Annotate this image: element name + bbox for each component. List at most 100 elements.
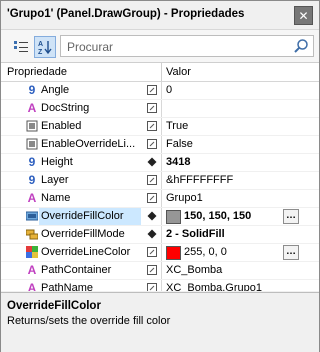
property-name: OverrideFillColor: [41, 210, 124, 222]
property-name: OverrideFillMode: [41, 228, 125, 240]
property-row-pathcontainer[interactable]: A PathContainer XC_Bomba: [1, 262, 319, 280]
string-type-icon: A: [27, 191, 37, 205]
column-divider: [161, 208, 162, 225]
link-diamond-icon[interactable]: [147, 229, 157, 239]
property-value[interactable]: 2 - SolidFill: [166, 228, 225, 240]
color-type-icon: [26, 211, 38, 221]
property-value[interactable]: 3418: [166, 156, 190, 168]
column-divider: [161, 172, 162, 189]
description-title: OverrideFillColor: [7, 300, 101, 312]
number-type-icon: 9: [28, 173, 36, 187]
boolean-type-icon: [26, 120, 38, 132]
close-button[interactable]: ✕: [294, 6, 313, 25]
search-input[interactable]: [65, 38, 289, 56]
edit-icon[interactable]: [147, 265, 157, 275]
categorized-view-button[interactable]: [10, 36, 32, 58]
column-header-property[interactable]: Propriedade: [7, 66, 67, 78]
column-divider: [161, 226, 162, 243]
property-name-cell[interactable]: Name: [39, 190, 141, 207]
property-name-cell[interactable]: Enabled: [39, 118, 141, 135]
property-name-cell[interactable]: Angle: [39, 82, 141, 99]
edit-icon[interactable]: [147, 139, 157, 149]
property-name: OverrideLineColor: [41, 246, 131, 258]
property-value[interactable]: True: [166, 120, 188, 132]
link-diamond-icon[interactable]: [147, 157, 157, 167]
property-name-cell[interactable]: Height: [39, 154, 141, 171]
property-name-cell[interactable]: DocString: [39, 100, 141, 117]
edit-icon[interactable]: [147, 103, 157, 113]
property-value[interactable]: 150, 150, 150: [184, 210, 251, 222]
enum-type-icon: [26, 229, 38, 240]
property-row-overridelinecolor[interactable]: OverrideLineColor 255, 0, 0 …: [1, 244, 319, 262]
property-row-enableoverrideline[interactable]: EnableOverrideLi... False: [1, 136, 319, 154]
column-header-value[interactable]: Valor: [166, 66, 191, 78]
column-divider: [161, 118, 162, 135]
search-icon[interactable]: [293, 38, 309, 54]
grid-header: Propriedade Valor: [1, 63, 319, 82]
property-value[interactable]: XC_Bomba: [166, 264, 222, 276]
property-name: Height: [41, 156, 73, 168]
description-panel: OverrideFillColor Returns/sets the overr…: [1, 292, 319, 352]
color-swatch: [166, 210, 181, 224]
properties-window: 'Grupo1' (Panel.DrawGroup) - Propriedade…: [0, 0, 320, 352]
property-name-cell[interactable]: OverrideFillColor: [39, 208, 141, 225]
property-row-docstring[interactable]: A DocString: [1, 100, 319, 118]
close-icon: ✕: [298, 8, 309, 23]
property-name-cell[interactable]: PathName: [39, 280, 141, 291]
property-value[interactable]: &hFFFFFFFF: [166, 174, 233, 186]
toolbar: A Z: [1, 30, 319, 63]
boolean-type-icon: [26, 138, 38, 150]
column-divider: [161, 154, 162, 171]
search-box[interactable]: [60, 35, 314, 57]
edit-icon[interactable]: [147, 247, 157, 257]
sort-az-icon: A Z: [38, 41, 52, 55]
property-row-name[interactable]: A Name Grupo1: [1, 190, 319, 208]
number-type-icon: 9: [28, 83, 36, 97]
palette-type-icon: [26, 246, 38, 258]
property-row-enabled[interactable]: Enabled True: [1, 118, 319, 136]
property-name-cell[interactable]: OverrideLineColor: [39, 244, 141, 261]
property-name-cell[interactable]: Layer: [39, 172, 141, 189]
property-value[interactable]: 255, 0, 0: [184, 246, 227, 258]
property-value[interactable]: Grupo1: [166, 192, 203, 204]
property-name: EnableOverrideLi...: [41, 138, 136, 150]
number-type-icon: 9: [28, 155, 36, 169]
property-value[interactable]: 0: [166, 84, 172, 96]
string-type-icon: A: [27, 263, 37, 277]
color-swatch: [166, 246, 181, 260]
property-row-overridefillmode[interactable]: OverrideFillMode 2 - SolidFill: [1, 226, 319, 244]
property-row-angle[interactable]: 9 Angle 0: [1, 82, 319, 100]
column-divider: [161, 280, 162, 291]
property-row-pathname[interactable]: A PathName XC_Bomba.Grupo1: [1, 280, 319, 291]
column-divider[interactable]: [161, 63, 162, 81]
alphabetical-view-button[interactable]: A Z: [34, 36, 56, 58]
property-name: Name: [41, 192, 71, 204]
color-picker-button[interactable]: …: [283, 245, 299, 260]
edit-icon[interactable]: [147, 193, 157, 203]
title-bar: 'Grupo1' (Panel.DrawGroup) - Propriedade…: [1, 1, 319, 30]
link-diamond-icon[interactable]: [147, 211, 157, 221]
property-name: DocString: [41, 102, 90, 114]
edit-icon[interactable]: [147, 283, 157, 291]
column-divider: [161, 82, 162, 99]
property-name-cell[interactable]: EnableOverrideLi...: [39, 136, 141, 153]
property-name-cell[interactable]: PathContainer: [39, 262, 141, 279]
column-divider: [161, 262, 162, 279]
column-divider: [161, 190, 162, 207]
edit-icon[interactable]: [147, 85, 157, 95]
property-name-cell[interactable]: OverrideFillMode: [39, 226, 141, 243]
property-row-overridefillcolor[interactable]: OverrideFillColor 150, 150, 150 …: [1, 208, 319, 226]
property-value[interactable]: XC_Bomba.Grupo1: [166, 282, 262, 291]
property-grid: Propriedade Valor 9 Angle 0 A DocString: [1, 63, 319, 291]
column-divider: [161, 244, 162, 261]
property-row-layer[interactable]: 9 Layer &hFFFFFFFF: [1, 172, 319, 190]
property-value[interactable]: False: [166, 138, 193, 150]
property-row-height[interactable]: 9 Height 3418: [1, 154, 319, 172]
edit-icon[interactable]: [147, 121, 157, 131]
string-type-icon: A: [27, 281, 37, 291]
color-picker-button[interactable]: …: [283, 209, 299, 224]
description-text: Returns/sets the override fill color: [7, 315, 171, 327]
property-name: Layer: [41, 174, 69, 186]
property-name: Angle: [41, 84, 70, 96]
edit-icon[interactable]: [147, 175, 157, 185]
